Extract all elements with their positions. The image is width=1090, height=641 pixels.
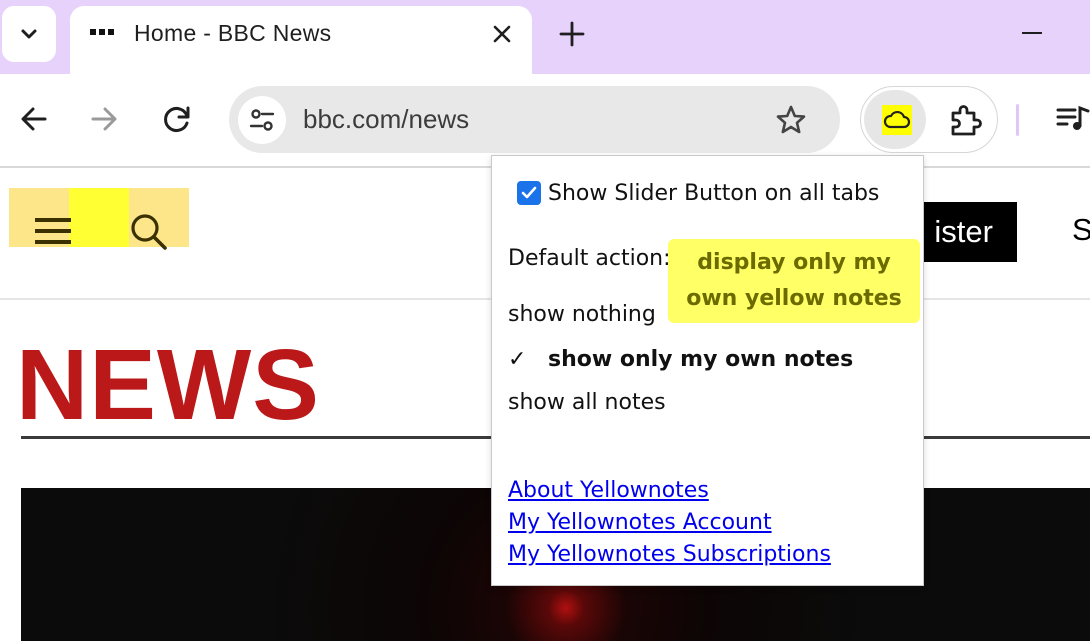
tab-strip: Home - BBC News xyxy=(0,0,1090,74)
site-info-button[interactable] xyxy=(238,96,286,144)
yellownotes-extension-button[interactable] xyxy=(864,90,926,149)
extensions-puzzle-icon[interactable] xyxy=(947,103,983,139)
address-bar[interactable]: bbc.com/news xyxy=(229,86,840,153)
sign-in-link[interactable]: S xyxy=(1072,212,1090,248)
yellow-highlight xyxy=(69,188,129,247)
yellownotes-popup: Show Slider Button on all tabs Default a… xyxy=(491,155,924,586)
minimize-icon[interactable] xyxy=(1022,32,1042,34)
tab-title: Home - BBC News xyxy=(134,20,332,46)
browser-toolbar: bbc.com/news xyxy=(0,74,1090,166)
hamburger-menu-icon[interactable] xyxy=(35,218,71,246)
bookmark-star-icon[interactable] xyxy=(775,104,807,136)
news-logo[interactable]: NEWS xyxy=(16,330,320,440)
checkmark-icon xyxy=(521,186,537,199)
site-info-icon xyxy=(249,109,275,131)
option-show-own-notes[interactable]: ✓ show only my own notes xyxy=(508,347,853,372)
option-label: show only my own notes xyxy=(548,347,854,372)
option-show-all-notes[interactable]: show all notes xyxy=(508,390,666,415)
bbc-favicon-icon xyxy=(90,29,114,35)
extensions-group xyxy=(860,86,998,153)
slider-button-label[interactable]: Show Slider Button on all tabs xyxy=(548,181,879,206)
subscriptions-link[interactable]: My Yellownotes Subscriptions xyxy=(508,542,831,567)
close-icon[interactable] xyxy=(488,20,516,48)
reload-icon[interactable] xyxy=(162,104,192,134)
active-tab[interactable]: Home - BBC News xyxy=(70,6,532,74)
toolbar-separator xyxy=(1016,104,1019,136)
back-icon[interactable] xyxy=(19,104,49,134)
option-show-nothing[interactable]: show nothing xyxy=(508,302,656,327)
default-action-label: Default action: xyxy=(508,246,671,271)
about-link[interactable]: About Yellownotes xyxy=(508,478,709,503)
tab-search-button[interactable] xyxy=(2,6,56,62)
url-text[interactable]: bbc.com/news xyxy=(303,104,469,135)
selected-check-icon: ✓ xyxy=(508,347,527,372)
search-icon[interactable] xyxy=(129,212,169,252)
account-link[interactable]: My Yellownotes Account xyxy=(508,510,772,535)
yellownotes-cloud-icon xyxy=(882,105,912,135)
action-tooltip: display only my own yellow notes xyxy=(668,239,920,323)
tab-search-icon xyxy=(21,29,37,39)
slider-button-checkbox[interactable] xyxy=(517,181,541,205)
media-controls-icon[interactable] xyxy=(1055,104,1090,134)
forward-icon[interactable] xyxy=(89,104,119,134)
highlighted-header-area xyxy=(9,188,189,250)
new-tab-icon[interactable] xyxy=(558,20,586,48)
